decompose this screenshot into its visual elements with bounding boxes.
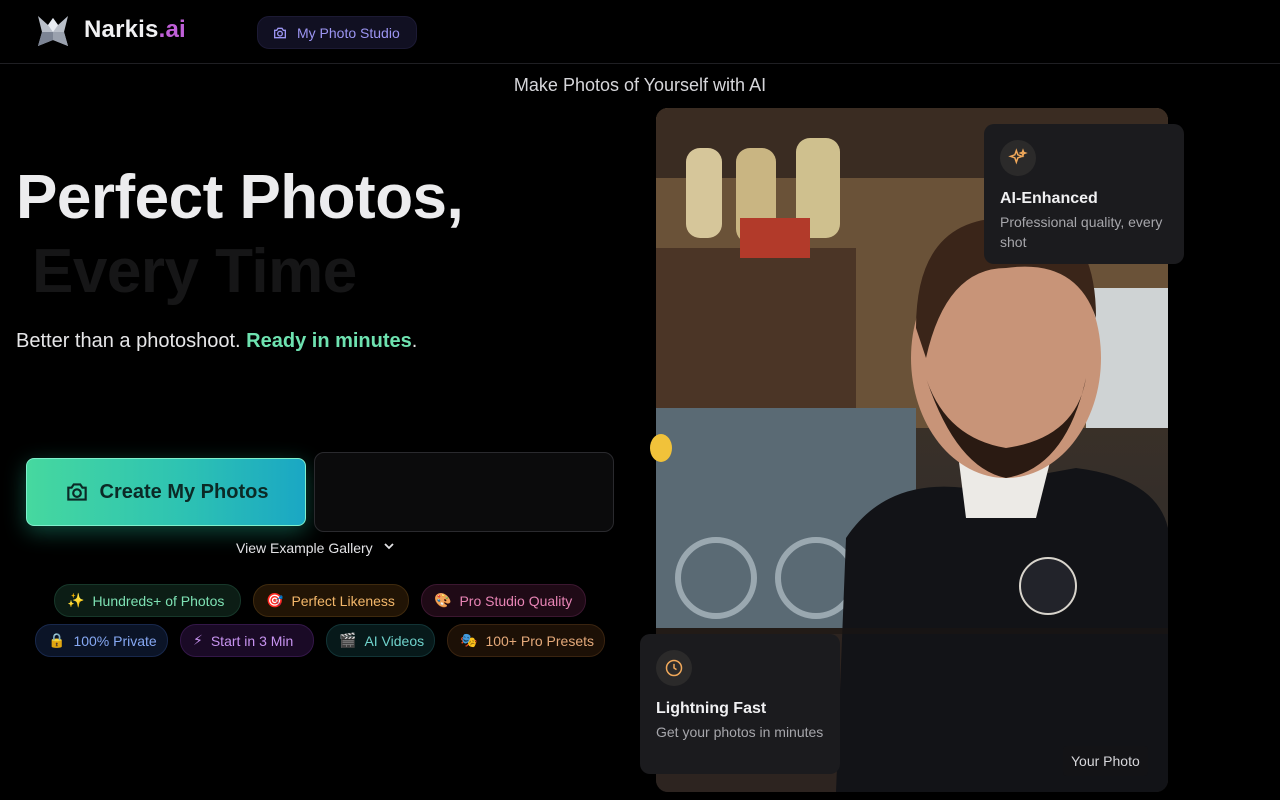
chip-label: Start in 3 Min	[210, 632, 294, 649]
sparkle-icon	[1008, 148, 1028, 165]
feature-chip-videos: 🎬 AI Videos	[326, 624, 435, 657]
wolf-logo-icon[interactable]	[34, 12, 72, 50]
feature-chip-presets: 🎭 100+ Pro Presets	[447, 624, 605, 657]
chip-label: Hundreds+ of Photos	[92, 592, 225, 609]
view-example-gallery-link[interactable]: View Example Gallery	[236, 540, 395, 556]
camera-icon	[66, 483, 87, 501]
hero-title-line1: Perfect Photos,	[16, 163, 464, 232]
card-description: Get your photos in minutes	[656, 724, 824, 740]
your-photo-badge: Your Photo	[1063, 746, 1148, 776]
secondary-action-box[interactable]	[314, 452, 614, 532]
clock-icon	[665, 659, 683, 677]
create-my-photos-button[interactable]: Create My Photos	[26, 458, 306, 526]
feature-chip-private: 🔒 100% Private	[35, 624, 168, 657]
feature-chip-photos: ✨ Hundreds+ of Photos	[54, 584, 241, 617]
feature-chip-start: ⚡ Start in 3 Min	[180, 624, 314, 657]
subtitle-end: .	[411, 330, 418, 352]
gallery-label: View Example Gallery	[236, 540, 373, 556]
brand-name[interactable]: Narkis.ai	[84, 16, 186, 44]
brand-suffix: .ai	[158, 16, 186, 43]
card-title: AI-Enhanced	[1000, 190, 1098, 207]
subtitle-highlight: Ready in minutes	[246, 330, 412, 352]
ai-enhanced-card: AI-Enhanced Professional quality, every …	[984, 124, 1184, 264]
feature-chip-quality: 🎨 Pro Studio Quality	[421, 584, 586, 617]
clock-icon-container	[656, 650, 692, 686]
hero-title-line2: Every Time	[32, 237, 357, 306]
lock-icon: 🔒	[48, 632, 66, 649]
chevron-down-icon	[384, 543, 394, 550]
chip-label: Perfect Likeness	[291, 592, 395, 609]
top-header: Narkis.ai My Photo Studio	[0, 0, 1280, 64]
target-icon: 🎯	[266, 592, 284, 609]
chip-label: 100+ Pro Presets	[485, 632, 594, 649]
subtitle-plain: Better than a photoshoot.	[16, 330, 247, 352]
my-photo-studio-button[interactable]: My Photo Studio	[257, 16, 417, 49]
card-title: Lightning Fast	[656, 700, 767, 717]
clapper-icon: 🎬	[339, 632, 357, 649]
status-indicator	[650, 434, 672, 462]
brand-name-text: Narkis	[84, 16, 159, 43]
sparkles-icon: ✨	[67, 592, 85, 609]
lightning-fast-card: Lightning Fast Get your photos in minute…	[640, 634, 840, 774]
hero-subtitle: Better than a photoshoot. Ready in minut…	[16, 330, 417, 353]
card-description: Professional quality, every shot	[1000, 214, 1163, 250]
studio-button-label: My Photo Studio	[297, 24, 400, 41]
palette-icon: 🎨	[434, 592, 452, 609]
cta-label: Create My Photos	[99, 480, 269, 503]
chip-label: Pro Studio Quality	[459, 592, 573, 609]
camera-icon	[274, 27, 286, 38]
theater-masks-icon: 🎭	[460, 632, 478, 649]
feature-chip-likeness: 🎯 Perfect Likeness	[253, 584, 409, 617]
chip-label: 100% Private	[73, 632, 157, 649]
sparkle-icon-container	[1000, 140, 1036, 176]
tagline: Make Photos of Yourself with AI	[513, 75, 767, 95]
chip-label: AI Videos	[364, 632, 425, 649]
lightning-icon: ⚡	[193, 632, 203, 649]
